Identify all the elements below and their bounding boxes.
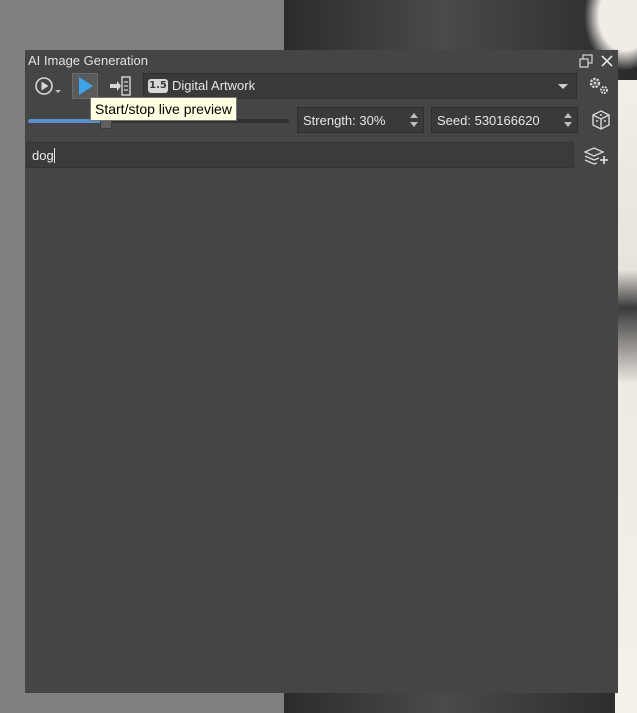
add-region-button[interactable] (583, 144, 611, 168)
prompt-input[interactable]: dog (26, 142, 574, 168)
prompt-text: dog (32, 148, 55, 163)
layers-add-icon (583, 147, 608, 165)
settings-button[interactable] (587, 75, 611, 97)
strength-spinbox[interactable]: Strength: 30% (297, 107, 424, 133)
random-seed-button[interactable] (589, 108, 613, 132)
seed-spinbox[interactable]: Seed: 530166620 (431, 107, 578, 133)
panel-titlebar: AI Image Generation (25, 50, 618, 72)
live-preview-tooltip: Start/stop live preview (90, 97, 237, 121)
spin-down-icon[interactable] (410, 122, 418, 127)
queue-button[interactable] (109, 75, 131, 97)
model-version-badge: 1.5 (148, 79, 168, 93)
style-select-value: Digital Artwork (172, 78, 256, 93)
text-caret (53, 148, 55, 163)
panel-title: AI Image Generation (28, 53, 148, 68)
dice-icon (592, 110, 610, 130)
dog-image-edge (615, 80, 637, 713)
spin-up-icon[interactable] (410, 113, 418, 118)
close-icon[interactable] (600, 53, 614, 67)
workspace-mode-button[interactable] (34, 75, 64, 97)
live-preview-button[interactable] (72, 73, 98, 99)
style-select[interactable]: 1.5 Digital Artwork (143, 73, 577, 99)
float-window-icon[interactable] (579, 53, 593, 68)
chevron-down-icon (558, 84, 568, 89)
strength-value: Strength: 30% (303, 113, 386, 128)
seed-value: Seed: 530166620 (437, 113, 540, 128)
spin-down-icon[interactable] (564, 122, 572, 127)
play-icon (79, 77, 93, 95)
ai-image-generation-panel: AI Image Generation 1.5 Digital Artwork (25, 50, 618, 693)
gears-icon (589, 77, 608, 94)
spin-up-icon[interactable] (564, 113, 572, 118)
